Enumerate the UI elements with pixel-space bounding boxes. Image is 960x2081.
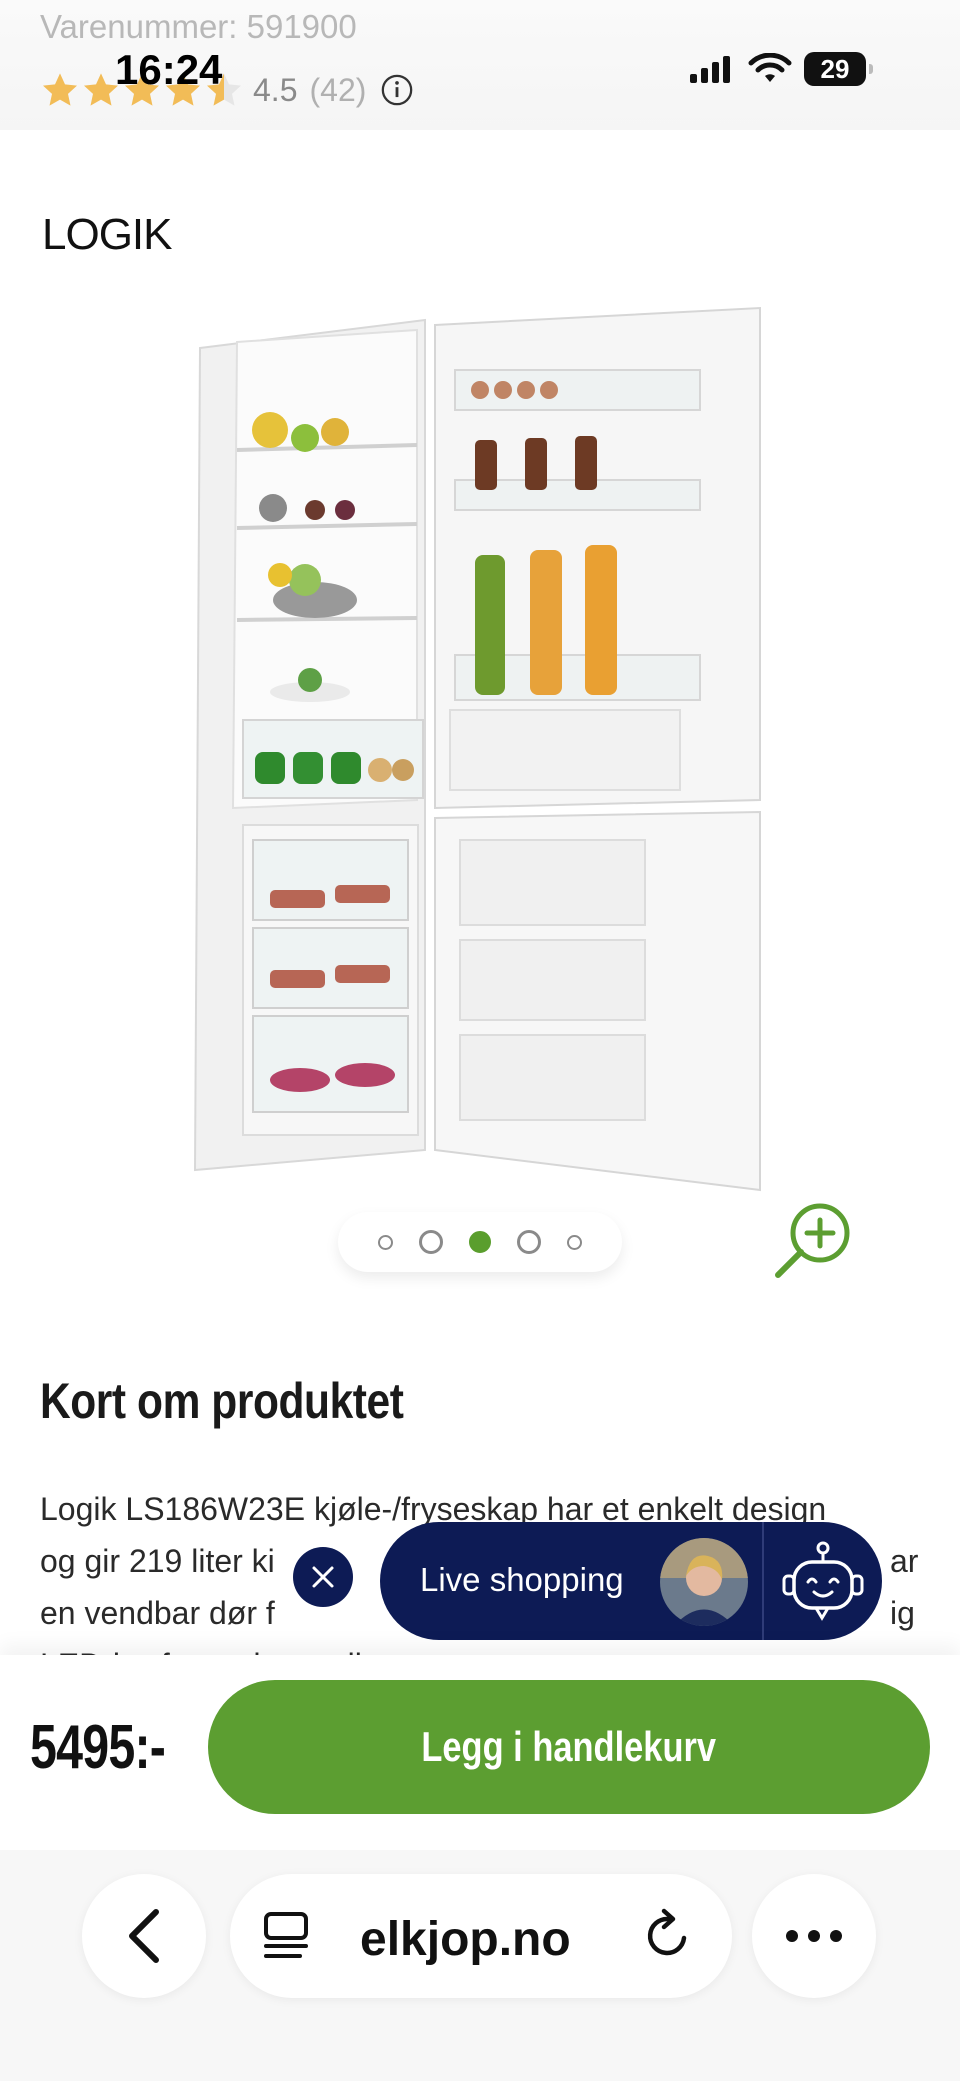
info-icon[interactable] <box>380 73 414 107</box>
close-icon <box>312 1566 334 1588</box>
ellipsis-icon <box>786 1930 842 1942</box>
chevron-left-icon <box>129 1909 159 1963</box>
gallery-dot[interactable] <box>378 1234 393 1250</box>
zoom-in-icon[interactable] <box>768 1195 858 1285</box>
description-line-text: en vendbar dør f <box>40 1595 275 1631</box>
fridge-product-image[interactable] <box>185 300 775 1200</box>
gallery-dot[interactable] <box>517 1230 541 1254</box>
gallery-dot[interactable] <box>567 1234 582 1250</box>
add-to-cart-button[interactable]: Legg i handlekurv <box>208 1680 930 1814</box>
reload-icon[interactable] <box>640 1908 696 1964</box>
url-text[interactable]: elkjop.no <box>360 1912 571 1967</box>
gallery-dot-active[interactable] <box>469 1231 491 1253</box>
product-price: 5495:- <box>30 1713 166 1782</box>
chatbot-icon[interactable] <box>778 1538 868 1628</box>
live-host-avatar[interactable] <box>660 1538 748 1626</box>
gallery-dot[interactable] <box>419 1230 443 1254</box>
wifi-icon <box>748 53 792 82</box>
description-line-tail: ig <box>890 1595 915 1631</box>
live-shopping-label[interactable]: Live shopping <box>420 1561 624 1599</box>
rating-value: 4.5 <box>253 71 298 108</box>
sku-value: 591900 <box>246 8 357 45</box>
sku-line: Varenummer: 591900 <box>40 8 357 46</box>
reader-mode-icon[interactable] <box>260 1908 316 1964</box>
live-shopping-divider <box>762 1522 764 1640</box>
sku-label: Varenummer: <box>40 8 238 45</box>
battery-icon: 29 <box>804 52 873 86</box>
add-to-cart-label: Legg i handlekurv <box>421 1723 717 1770</box>
description-line-tail: ar <box>890 1543 919 1579</box>
status-icons: 29 <box>688 52 873 86</box>
more-options-button[interactable] <box>752 1874 876 1998</box>
back-button[interactable] <box>82 1874 206 1998</box>
gallery-pagination[interactable] <box>338 1212 622 1272</box>
review-count: (42) <box>309 71 367 108</box>
brand-logo: LOGIK <box>42 210 172 259</box>
live-shopping-close-button[interactable] <box>293 1547 353 1607</box>
rating-row[interactable]: 4.5 (42) <box>40 68 414 112</box>
star-icon <box>43 73 77 106</box>
status-time: 16:24 <box>115 46 223 93</box>
description-line-text: og gir 219 liter ki <box>40 1543 275 1579</box>
section-title: Kort om produktet <box>40 1373 404 1429</box>
cellular-signal-icon <box>690 56 730 83</box>
